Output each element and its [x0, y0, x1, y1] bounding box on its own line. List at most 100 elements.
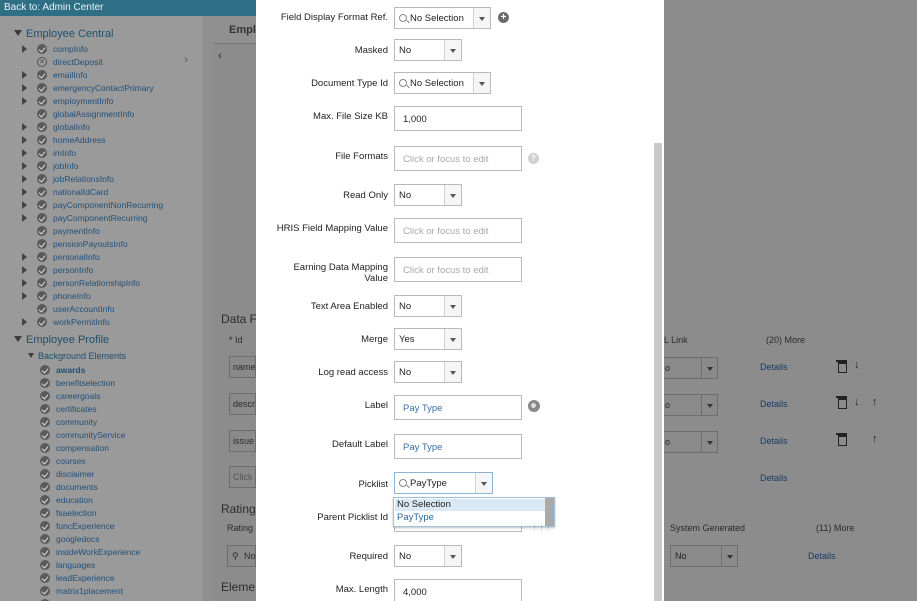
sidebar-item-label: emergencyContactPrimary	[53, 83, 154, 93]
row-id-input[interactable]: issue	[229, 430, 256, 452]
row-link-select[interactable]: o	[660, 431, 718, 453]
sidebar-subsection-background-elements[interactable]: Background Elements	[28, 351, 126, 361]
expand-arrow-icon[interactable]	[22, 175, 27, 183]
rating-input[interactable]: ⚲ No	[227, 545, 256, 567]
default-label-input[interactable]: Pay Type	[394, 434, 522, 459]
chevron-left-icon[interactable]: ‹	[218, 50, 222, 62]
expand-arrow-icon[interactable]	[22, 292, 27, 300]
expand-arrow-icon[interactable]	[22, 188, 27, 196]
id-column-header: * Id	[229, 335, 243, 345]
expand-arrow-icon[interactable]	[22, 71, 27, 79]
trash-icon[interactable]	[836, 433, 847, 446]
row-id-input-new[interactable]: Click	[229, 466, 256, 488]
expand-arrow-icon[interactable]	[22, 214, 27, 222]
max-length-input[interactable]: 4,000	[394, 579, 522, 601]
row-details-link[interactable]: Details	[760, 362, 788, 372]
sidebar-item-label: globalAssignmentInfo	[53, 109, 135, 119]
picklist-option-paytype[interactable]: PayType	[395, 512, 545, 524]
row-id-placeholder: Click	[233, 472, 253, 482]
sidebar-item-label: userAccountInfo	[53, 304, 115, 314]
sidebar-item-label: personRelationshipInfo	[53, 278, 140, 288]
arrow-up-icon[interactable]: ↑	[872, 396, 878, 408]
select-value: Yes	[399, 334, 415, 345]
search-icon: ⚲	[232, 551, 239, 561]
text-area-enabled-select[interactable]: No	[394, 295, 462, 317]
check-circle-icon	[37, 96, 47, 106]
expand-arrow-icon[interactable]	[22, 84, 27, 92]
log-read-access-select[interactable]: No	[394, 361, 462, 383]
earning-data-mapping-input[interactable]: Click or focus to edit	[394, 257, 522, 282]
field-display-format-select[interactable]: No Selection	[394, 7, 491, 29]
merge-label: Merge	[361, 334, 388, 345]
expand-arrow-icon[interactable]	[22, 149, 27, 157]
sidebar-item-label: imInfo	[53, 148, 77, 158]
sidebar-item-label: employmentInfo	[53, 96, 114, 106]
dropdown-scrollbar[interactable]	[545, 498, 554, 526]
search-icon	[399, 14, 407, 22]
sidebar-item-label: nationalIdCard	[53, 187, 109, 197]
required-select[interactable]: No	[394, 545, 462, 567]
expand-arrow-icon[interactable]	[22, 279, 27, 287]
row-id-input[interactable]: descr	[229, 393, 256, 415]
more-columns-link[interactable]: (20) More	[766, 335, 805, 345]
resize-grip-icon[interactable]: ⋮⋮⋮	[531, 524, 552, 532]
expand-arrow-icon[interactable]	[22, 253, 27, 261]
read-only-select[interactable]: No	[394, 184, 462, 206]
dialog-scrollbar-thumb[interactable]	[654, 143, 662, 601]
row-id-input[interactable]: name	[229, 356, 256, 378]
sidebar-item-label: emailInfo	[53, 70, 88, 80]
add-icon[interactable]: +	[498, 12, 509, 23]
sidebar-section-employee-profile[interactable]: Employee Profile	[14, 334, 109, 346]
system-generated-select[interactable]: No	[670, 545, 738, 567]
sidebar-item-label: jobInfo	[53, 161, 79, 171]
text-area-enabled-label: Text Area Enabled	[310, 301, 388, 312]
expand-arrow-icon[interactable]	[22, 45, 27, 53]
expand-arrow-icon[interactable]	[22, 123, 27, 131]
row-details-link[interactable]: Details	[760, 399, 788, 409]
trash-icon[interactable]	[836, 360, 847, 373]
picklist-option-no-selection[interactable]: No Selection	[395, 499, 545, 511]
row-link-select[interactable]: o	[660, 394, 718, 416]
expand-arrow-icon[interactable]	[22, 318, 27, 326]
chevron-right-icon[interactable]: ›	[184, 52, 188, 66]
picklist-select[interactable]: PayType	[394, 472, 493, 494]
sidebar-item-label: compInfo	[53, 44, 88, 54]
check-circle-icon	[40, 417, 50, 427]
max-file-size-input[interactable]: 1,000	[394, 106, 522, 131]
label-input[interactable]: Pay Type	[394, 395, 522, 420]
masked-select[interactable]: No	[394, 39, 462, 61]
more-rating-columns-link[interactable]: (11) More	[816, 523, 854, 533]
check-circle-icon	[37, 239, 47, 249]
document-type-id-select[interactable]: No Selection	[394, 72, 491, 94]
select-value: No	[399, 45, 412, 56]
expand-arrow-icon[interactable]	[22, 201, 27, 209]
sidebar-item-label: directDeposit	[53, 57, 103, 67]
expand-arrow-icon[interactable]	[22, 266, 27, 274]
earning-data-mapping-label-line2: Value	[364, 273, 388, 284]
log-read-access-label: Log read access	[318, 367, 388, 378]
rating-details-link[interactable]: Details	[808, 551, 836, 561]
background-tab-title[interactable]: Empl	[229, 24, 256, 36]
expand-arrow-icon[interactable]	[22, 136, 27, 144]
translation-globe-icon[interactable]	[528, 400, 540, 412]
arrow-up-icon[interactable]: ↑	[872, 433, 878, 445]
row-link-select[interactable]: o	[660, 357, 718, 379]
merge-select[interactable]: Yes	[394, 328, 462, 350]
row-details-link[interactable]: Details	[760, 436, 788, 446]
check-circle-icon	[37, 200, 47, 210]
dialog-scrollbar[interactable]	[652, 0, 664, 601]
hris-field-mapping-input[interactable]: Click or focus to edit	[394, 218, 522, 243]
search-icon	[399, 79, 407, 87]
expand-arrow-icon[interactable]	[22, 162, 27, 170]
help-icon[interactable]: ?	[528, 153, 539, 164]
back-to-admin-center-link[interactable]: Back to: Admin Center	[4, 2, 104, 13]
row-details-link[interactable]: Details	[760, 473, 788, 483]
sidebar-section-employee-central[interactable]: Employee Central	[14, 28, 113, 40]
arrow-down-icon[interactable]: ↓	[854, 396, 860, 408]
arrow-down-icon[interactable]: ↓	[854, 359, 860, 371]
expand-arrow-icon[interactable]	[22, 97, 27, 105]
file-formats-input[interactable]: Click or focus to edit	[394, 146, 522, 171]
caret-down-icon	[701, 358, 717, 378]
required-label: Required	[349, 551, 388, 562]
trash-icon[interactable]	[836, 396, 847, 409]
